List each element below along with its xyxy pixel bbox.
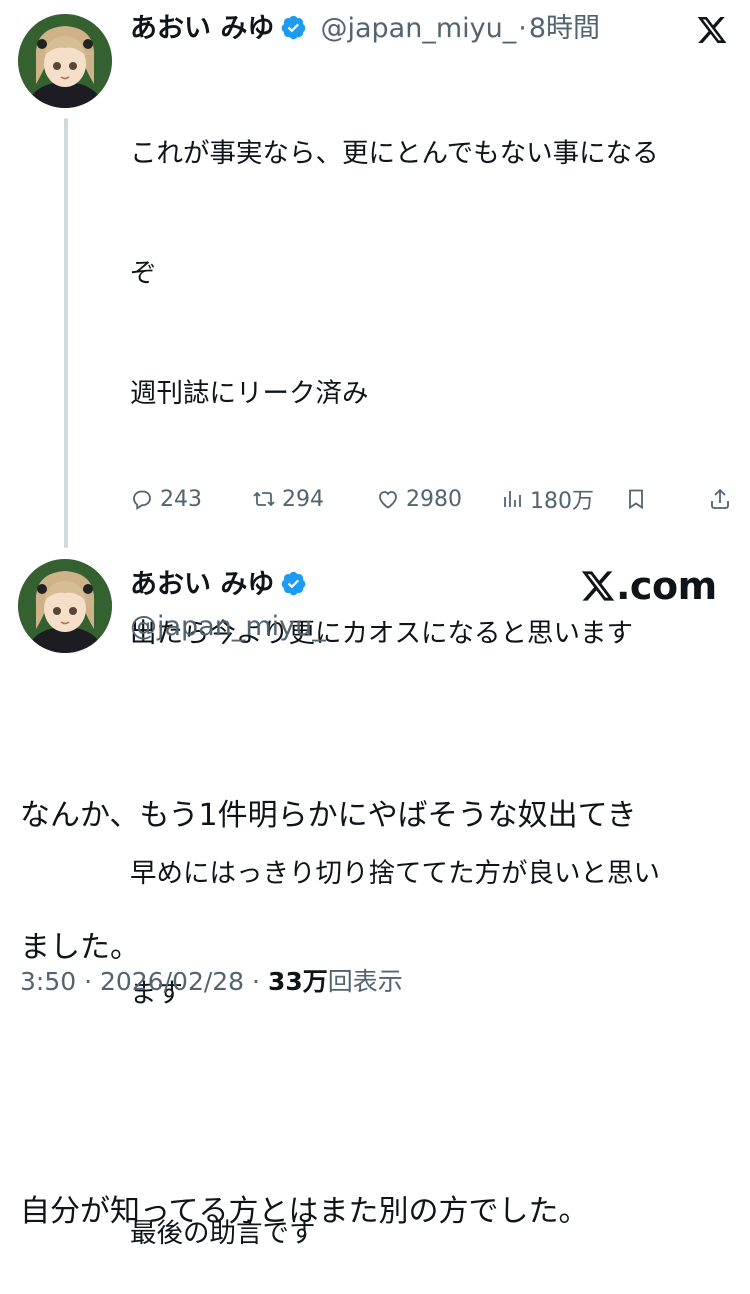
tweet-footer: 3:50 · 2026/02/28 · 33万回表示 [20,966,403,998]
tweet-line: 週刊誌にリーク済み [130,378,369,409]
share-icon [711,488,729,509]
reply-button[interactable]: 243 [130,482,202,516]
display-name[interactable]: あおい みゆ [130,569,274,600]
views-total: 33万 [267,967,328,996]
x-logo-icon[interactable] [696,14,728,46]
handle[interactable]: @japan_miyu_ [130,612,326,642]
watermark-text: .com [616,564,717,608]
tweet-line [20,1058,735,1102]
x-logo-icon [581,571,615,601]
reply-icon [133,490,151,510]
tweet-line: なんか、もう1件明らかにやばそうな奴出てき [20,798,637,833]
views-count: 180万 [530,489,594,514]
share-button[interactable] [708,482,732,516]
handle[interactable]: @japan_miyu_ [321,13,517,44]
retweet-button[interactable]: 294 [252,482,324,516]
avatar[interactable] [18,559,112,653]
post-date[interactable]: 2026/02/28 [100,967,244,996]
separator: · [84,967,93,996]
views-label: 回表示 [327,967,403,996]
tweet-line: ました。 [20,930,140,965]
like-button[interactable]: 2980 [376,482,462,516]
like-icon [379,491,397,509]
retweet-icon [253,491,275,507]
verified-badge-icon [282,15,306,40]
post-time[interactable]: 3:50 [20,967,76,996]
tweet-line: ぞ [130,258,157,289]
like-count: 2980 [406,486,462,512]
main-author: あおい みゆ [130,570,307,600]
tweet-line: 自分が知ってる方とはまた別の方でした。 [20,1194,589,1229]
bookmark-button[interactable] [624,482,648,516]
separator: · [252,967,260,996]
timestamp[interactable]: 8時間 [529,13,600,44]
action-bar: 243 294 2980 180万 [130,482,730,516]
avatar-image [18,559,112,653]
display-name[interactable]: あおい みゆ [130,13,274,44]
views-button[interactable]: 180万 [500,482,594,516]
separator: · [518,13,527,44]
reply-count: 243 [160,486,202,512]
bookmark-icon [629,489,643,510]
avatar-image [18,14,112,108]
thread-line [64,118,68,548]
x-com-watermark: .com [580,566,717,606]
reply-header: あおい みゆ @japan_miyu_·8時間 [130,14,600,44]
tweet-line: これが事実なら、更にとんでもない事になる [130,138,659,169]
avatar[interactable] [18,14,112,108]
views-icon [504,491,521,507]
retweet-count: 294 [282,486,324,512]
verified-badge-icon [282,571,306,596]
